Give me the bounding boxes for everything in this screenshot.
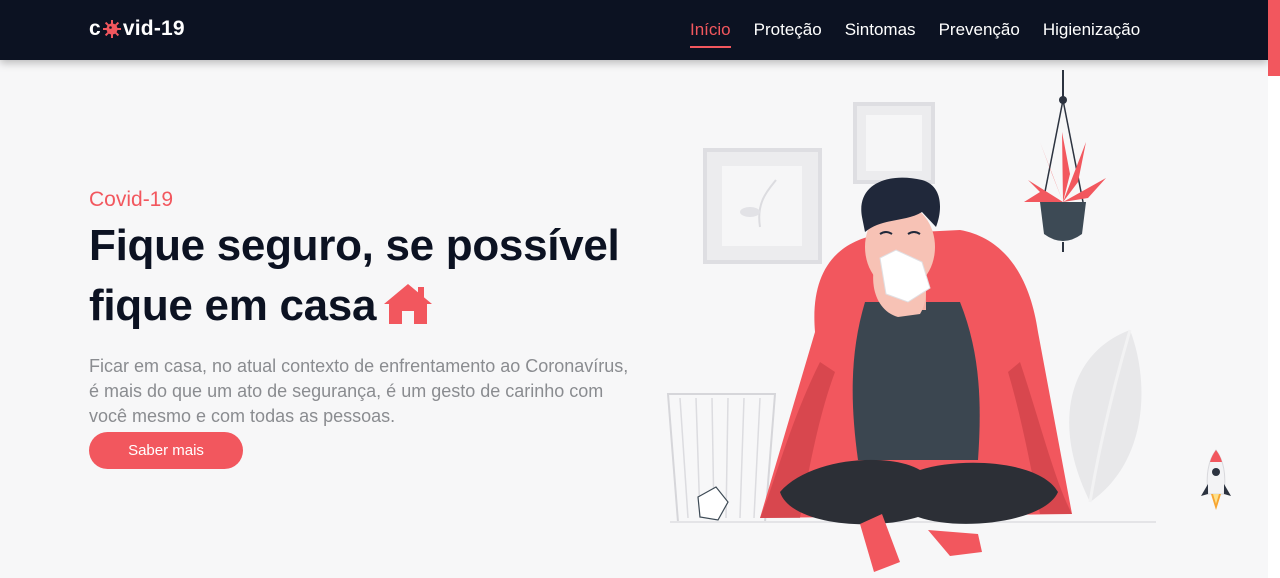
navbar: c vid-19 Início Proteção Sintomas Preven… — [0, 0, 1268, 60]
scrollbar-thumb[interactable] — [1268, 0, 1280, 76]
headline-line-1: Fique seguro, se possível — [89, 221, 620, 270]
hero-eyebrow: Covid-19 — [89, 188, 174, 211]
virus-icon — [102, 19, 122, 39]
scrollbar-track[interactable] — [1268, 0, 1280, 578]
brand-suffix: vid-19 — [122, 17, 185, 40]
nav-link-protecao[interactable]: Proteção — [754, 20, 822, 46]
brand-prefix: c — [89, 17, 101, 40]
nav-link-inicio[interactable]: Início — [690, 20, 731, 48]
hero-description: Ficar em casa, no atual contexto de enfr… — [89, 356, 629, 426]
hero-headline: Fique seguro, se possível fique em casa — [89, 216, 649, 342]
saber-mais-button[interactable]: Saber mais — [89, 432, 243, 469]
sick-person-illustration — [666, 70, 1156, 572]
nav-link-prevencao[interactable]: Prevenção — [939, 20, 1020, 46]
nav-link-sintomas[interactable]: Sintomas — [845, 20, 916, 46]
headline-line-2: fique em casa — [89, 281, 377, 330]
brand-logo[interactable]: c vid-19 — [89, 17, 185, 41]
main-nav: Início Proteção Sintomas Prevenção Higie… — [690, 20, 1163, 48]
hero-section: Covid-19 Fique seguro, se possível fique… — [89, 188, 649, 429]
home-icon — [382, 282, 434, 342]
nav-link-higienizacao[interactable]: Higienização — [1043, 20, 1140, 46]
rocket-icon[interactable] — [1198, 448, 1234, 514]
